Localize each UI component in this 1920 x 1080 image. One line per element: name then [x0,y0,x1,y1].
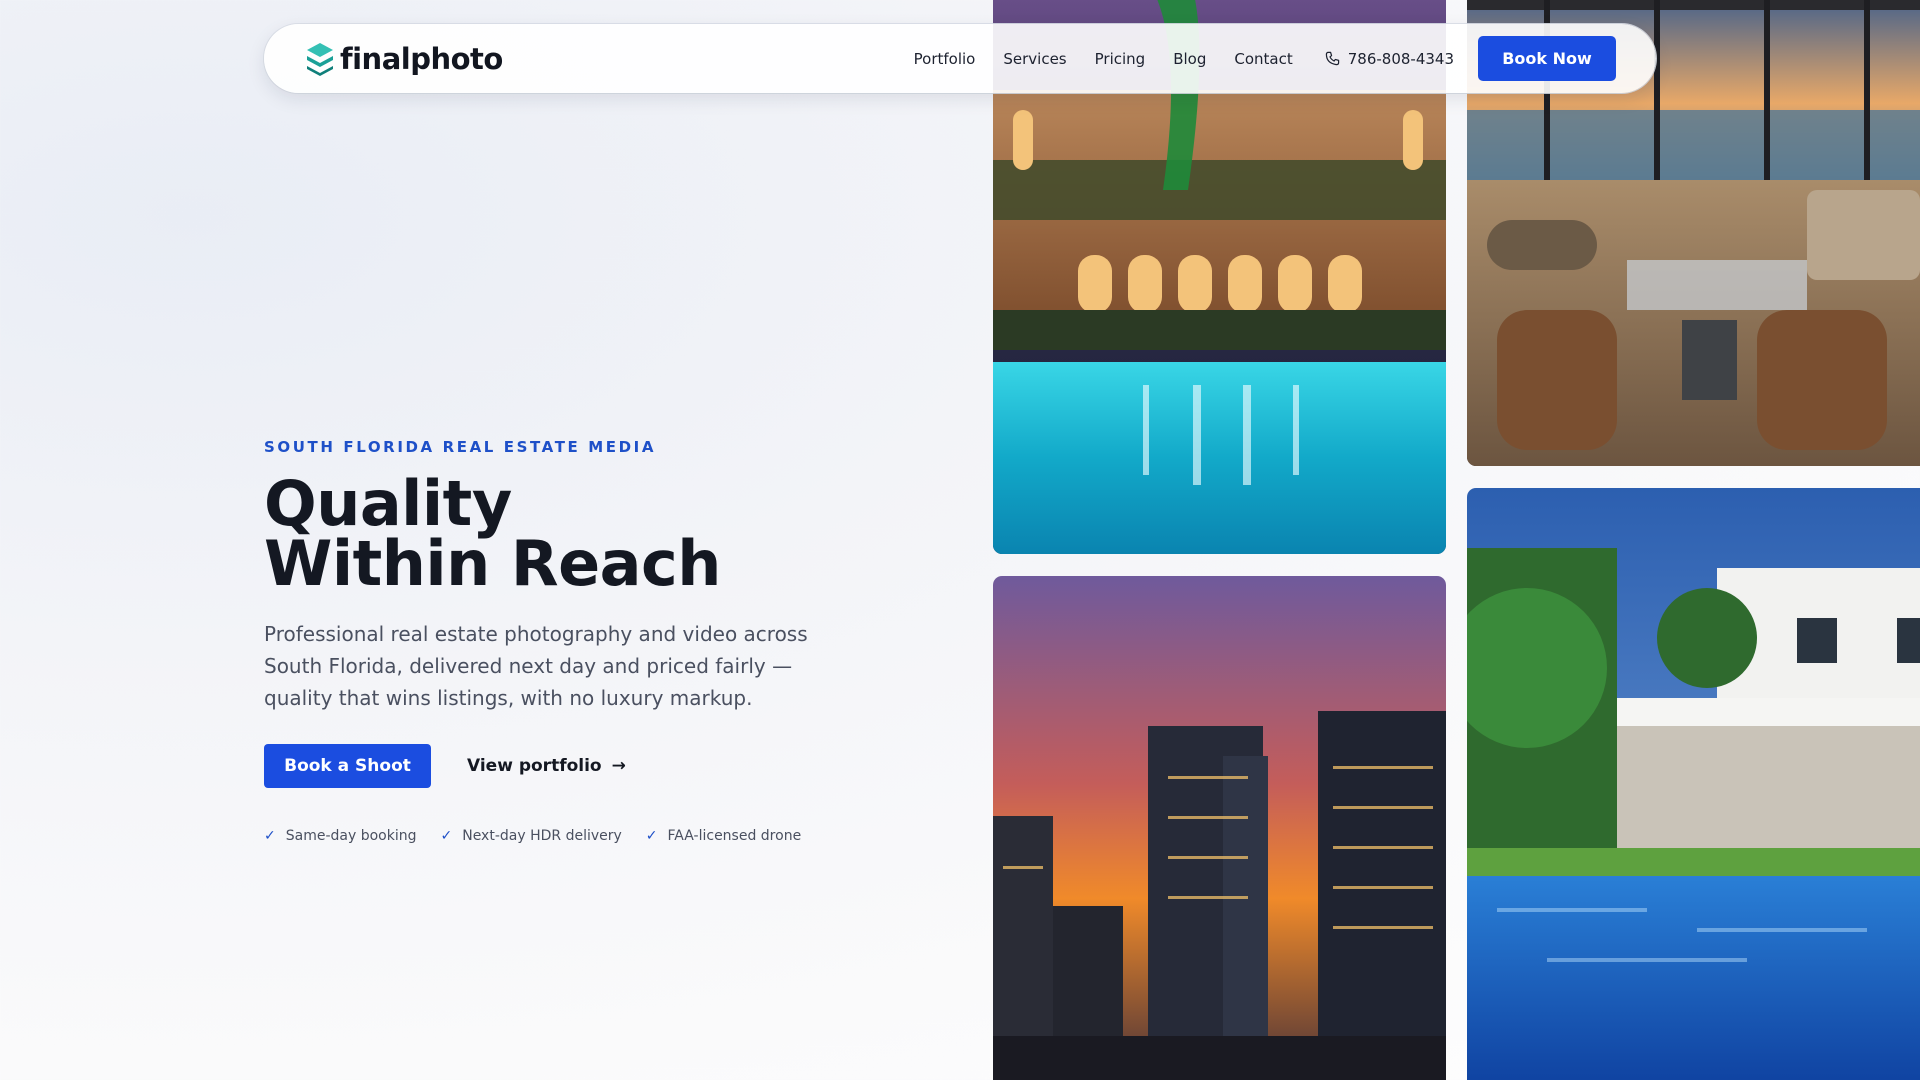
feature-label: FAA-licensed drone [667,828,802,844]
primary-nav: Portfolio Services Pricing Blog Contact … [914,50,1454,68]
phone-number: 786-808-4343 [1347,49,1454,68]
feature-item: ✓ FAA-licensed drone [646,828,801,844]
check-icon: ✓ [440,828,453,844]
arrow-right-icon: → [611,756,626,776]
top-navbar: finalphoto Portfolio Services Pricing Bl… [264,24,1656,93]
gallery-photo-modern-house[interactable] [1467,488,1920,1080]
finalphoto-logo-icon [307,42,333,76]
hero-description: Professional real estate photography and… [264,622,808,710]
view-portfolio-label: View portfolio [467,756,602,776]
check-icon: ✓ [264,828,276,844]
hero-headline-line-2: Within Reach [264,527,721,600]
hero-headline: Quality Within Reach [264,467,884,600]
feature-label: Next-day HDR delivery [462,828,622,844]
nav-link-services[interactable]: Services [1003,50,1066,68]
feature-item: ✓ Same-day booking [264,828,416,844]
nav-link-pricing[interactable]: Pricing [1095,50,1146,68]
modern-house-image [1467,488,1920,1080]
brand-name: finalphoto [340,41,503,76]
book-a-shoot-button[interactable]: Book a Shoot [264,744,431,788]
hero-cta-row: Book a Shoot View portfolio → [264,744,884,788]
phone-link[interactable]: 786-808-4343 [1325,50,1454,68]
brand-logo[interactable]: finalphoto [304,41,503,77]
nav-link-portfolio[interactable]: Portfolio [914,50,976,68]
hero-headline-line-1: Quality [264,467,512,540]
nav-link-blog[interactable]: Blog [1173,50,1206,68]
nav-link-contact[interactable]: Contact [1234,50,1292,68]
check-icon: ✓ [645,828,658,844]
feature-item: ✓ Next-day HDR delivery [440,828,621,844]
feature-label: Same-day booking [285,828,417,844]
phone-icon [1325,51,1339,66]
city-skyline-image [993,576,1446,1080]
view-portfolio-link[interactable]: View portfolio → [467,756,626,776]
feature-list: ✓ Same-day booking ✓ Next-day HDR delive… [264,828,884,844]
hero-section: SOUTH FLORIDA REAL ESTATE MEDIA Quality … [264,438,884,844]
book-now-button[interactable]: Book Now [1478,36,1616,81]
gallery-photo-city-skyline[interactable] [993,576,1446,1080]
hero-eyebrow: SOUTH FLORIDA REAL ESTATE MEDIA [264,438,657,456]
